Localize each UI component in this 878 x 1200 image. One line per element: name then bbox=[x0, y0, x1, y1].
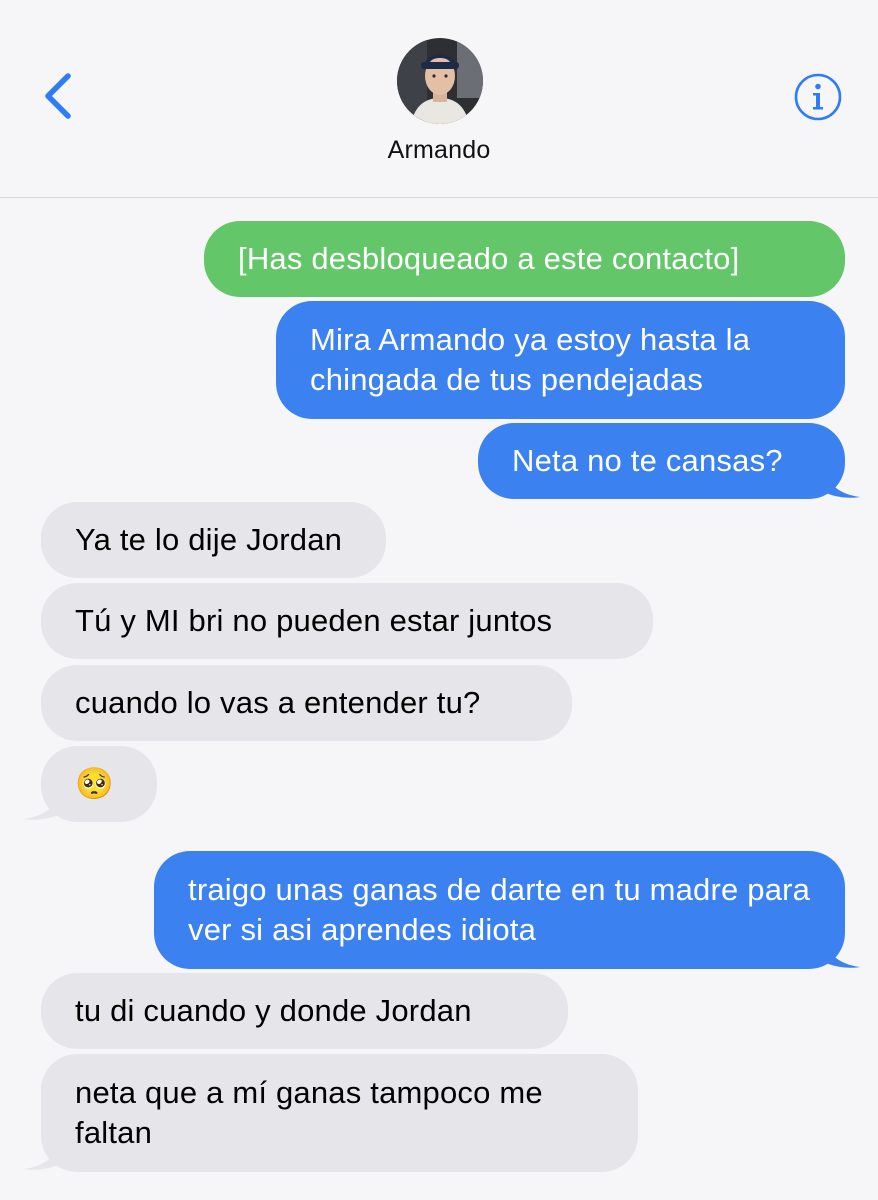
message-text: tu di cuando y donde Jordan bbox=[75, 993, 472, 1028]
info-circle-icon bbox=[794, 73, 842, 121]
message-text: traigo unas ganas de darte en tu madre p… bbox=[188, 872, 811, 947]
message-bubble-outgoing[interactable]: Mira Armando ya estoy hasta la chingada … bbox=[276, 301, 845, 419]
message-text: neta que a mí ganas tampoco me faltan bbox=[75, 1075, 543, 1150]
contact-name[interactable]: Armando bbox=[0, 136, 878, 165]
message-text: Ya te lo dije Jordan bbox=[75, 522, 343, 557]
message-bubble-outgoing[interactable]: Neta no te cansas? bbox=[478, 423, 845, 499]
back-button[interactable] bbox=[36, 70, 80, 122]
chevron-left-icon bbox=[45, 73, 71, 119]
message-bubble-incoming[interactable]: cuando lo vas a entender tu? bbox=[41, 665, 572, 741]
message-bubble-incoming[interactable]: tu di cuando y donde Jordan bbox=[41, 973, 568, 1049]
bubble-tail bbox=[24, 788, 62, 820]
bubble-tail bbox=[822, 466, 860, 498]
message-text: 🥺 bbox=[75, 766, 114, 801]
message-text: Neta no te cansas? bbox=[512, 443, 783, 478]
info-button[interactable] bbox=[793, 72, 843, 122]
message-text: cuando lo vas a entender tu? bbox=[75, 685, 481, 720]
bubble-tail bbox=[24, 1138, 62, 1170]
message-text: Mira Armando ya estoy hasta la chingada … bbox=[310, 322, 751, 397]
message-text: [Has desbloqueado a este contacto] bbox=[238, 241, 740, 276]
message-bubble-outgoing[interactable]: [Has desbloqueado a este contacto] bbox=[204, 221, 845, 297]
contact-avatar[interactable] bbox=[397, 38, 483, 124]
conversation-header: Armando bbox=[0, 0, 878, 198]
message-bubble-outgoing[interactable]: traigo unas ganas de darte en tu madre p… bbox=[154, 851, 845, 969]
message-bubble-incoming[interactable]: neta que a mí ganas tampoco me faltan bbox=[41, 1054, 638, 1172]
message-bubble-incoming[interactable]: Tú y MI bri no pueden estar juntos bbox=[41, 583, 653, 659]
message-bubble-incoming[interactable]: Ya te lo dije Jordan bbox=[41, 502, 386, 578]
bubble-tail bbox=[822, 936, 860, 968]
message-text: Tú y MI bri no pueden estar juntos bbox=[75, 603, 553, 638]
